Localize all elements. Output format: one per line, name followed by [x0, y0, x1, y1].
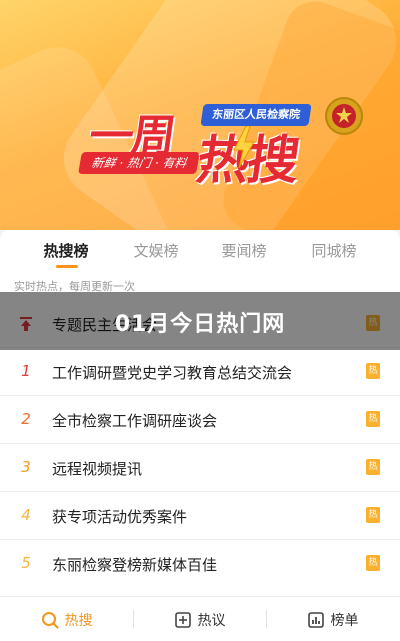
list-item[interactable]: 4 获专项活动优秀案件 热 — [0, 492, 400, 540]
rank-number: 3 — [21, 458, 31, 476]
lightning-icon — [233, 126, 255, 168]
list-item[interactable]: 3 远程视频提讯 热 — [0, 444, 400, 492]
nav-label: 榜单 — [330, 612, 359, 629]
nav-label: 热议 — [197, 612, 226, 629]
list-item-title: 远程视频提讯 — [52, 460, 143, 478]
hot-badge: 热 — [366, 411, 380, 427]
rank-number: 4 — [21, 506, 31, 524]
nav-label: 热搜 — [64, 612, 93, 629]
banner: 一周 东丽区人民检察院 新鲜 · 热门 · 有料 热搜 — [0, 0, 400, 230]
hot-badge: 热 — [366, 555, 380, 571]
weekly-hot-search-logo: 一周 东丽区人民检察院 新鲜 · 热门 · 有料 热搜 — [78, 96, 370, 196]
tab-hot-search[interactable]: 热搜榜 — [26, 240, 106, 261]
list-item-title: 工作调研暨党史学习教育总结交流会 — [52, 364, 293, 382]
rank-number: 1 — [21, 362, 31, 380]
rank-number: 5 — [21, 554, 31, 572]
list-item-title: 全市检察工作调研座谈会 — [52, 412, 218, 430]
overlay-title: 01月今日热门网 — [114, 312, 286, 337]
procuratorate-emblem-icon — [325, 97, 363, 135]
search-icon — [41, 611, 58, 628]
chart-icon — [307, 611, 324, 628]
rank-number: 2 — [21, 410, 31, 428]
logo-tagline: 新鲜 · 热门 · 有料 — [78, 152, 200, 174]
tab-news[interactable]: 要闻榜 — [204, 240, 284, 261]
discussion-icon — [174, 611, 191, 628]
hot-list-card: 热搜榜 文娱榜 要闻榜 同城榜 实时热点，每周更新一次 专题民主生活会 热 1 … — [0, 230, 400, 600]
nav-ranking[interactable]: 榜单 — [266, 597, 399, 641]
list-item[interactable]: 1 工作调研暨党史学习教育总结交流会 热 — [0, 348, 400, 396]
tab-entertainment[interactable]: 文娱榜 — [116, 240, 196, 261]
list-item-title: 东丽检察登榜新媒体百佳 — [52, 556, 218, 574]
nav-hot-search[interactable]: 热搜 — [0, 597, 133, 641]
list-item[interactable]: 5 东丽检察登榜新媒体百佳 热 — [0, 540, 400, 588]
bottom-nav: 热搜 热议 榜单 — [0, 596, 400, 641]
nav-discussion[interactable]: 热议 — [133, 597, 266, 641]
title-overlay: 01月今日热门网 — [0, 292, 400, 350]
ranking-tabs: 热搜榜 文娱榜 要闻榜 同城榜 — [0, 230, 400, 270]
tab-local[interactable]: 同城榜 — [294, 240, 374, 261]
list-item-title: 获专项活动优秀案件 — [52, 508, 188, 526]
active-tab-indicator — [56, 265, 78, 268]
hot-badge: 热 — [366, 459, 380, 475]
hot-badge: 热 — [366, 507, 380, 523]
hot-badge: 热 — [366, 363, 380, 379]
list-item[interactable]: 2 全市检察工作调研座谈会 热 — [0, 396, 400, 444]
